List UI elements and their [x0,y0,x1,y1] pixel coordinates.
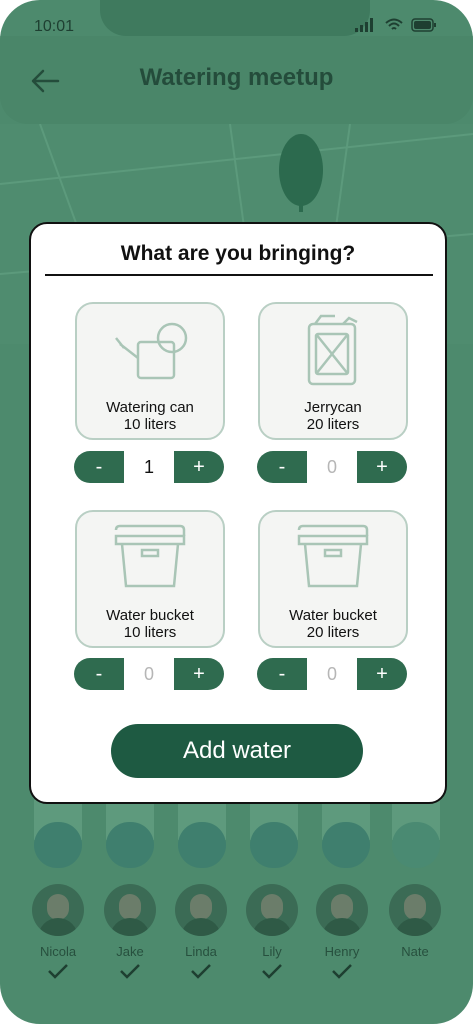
water-bar [250,800,298,870]
check-icon [262,964,282,979]
minus-button[interactable]: - [74,658,124,690]
check-icon [48,964,68,979]
minus-button[interactable]: - [74,451,124,483]
wifi-icon [385,18,403,30]
page-title: Watering meetup [139,64,334,91]
status-time: 10:01 [34,18,75,35]
quantity-stepper: - 0 + [257,451,407,483]
jerrycan-icon [307,314,358,386]
plus-button[interactable]: + [357,451,407,483]
participant-name: Linda [185,944,217,959]
water-bar [178,800,226,870]
item-capacity: 10 liters [123,416,177,433]
participant-name: Nicola [39,944,77,959]
plus-button[interactable]: + [174,451,224,483]
minus-button[interactable]: - [257,658,307,690]
quantity-stepper: - 0 + [257,658,407,690]
battery-icon [411,18,436,32]
quantity-stepper: - 0 + [74,658,224,690]
quantity-value[interactable]: 0 [307,658,357,690]
avatar [316,884,368,936]
participant[interactable]: Lily [245,884,299,984]
avatar [175,884,227,936]
water-bar [106,800,154,870]
item-capacity: 10 liters [123,624,177,641]
item-card-water-bucket-10[interactable]: Water bucket 10 liters [75,510,225,648]
participant-name: Jake [116,944,144,959]
item-card-jerrycan[interactable]: Jerrycan 20 liters [258,302,408,440]
divider [45,274,433,276]
signal-icon [355,18,373,32]
item-name: Water bucket [106,607,194,624]
quantity-stepper: - 1 + [74,451,224,483]
check-icon [332,964,352,979]
item-name: Jerrycan [304,399,362,416]
participant[interactable]: Nate [388,884,442,959]
avatar [104,884,156,936]
participant-name: Lily [262,944,282,959]
item-card-watering-can[interactable]: Watering can 10 liters [75,302,225,440]
participant[interactable]: Nicola [31,884,85,984]
quantity-value[interactable]: 0 [307,451,357,483]
participant[interactable]: Jake [103,884,157,984]
participant-name: Nate [401,944,429,959]
modal-title: What are you bringing? [120,242,356,265]
minus-button[interactable]: - [257,451,307,483]
item-name: Water bucket [289,607,377,624]
tree-icon [279,134,323,212]
avatar [246,884,298,936]
avatar [32,884,84,936]
check-icon [191,964,211,979]
bucket-icon [297,524,369,588]
phone-screen: 10:01 Watering meetup Nicola Jake Linda … [0,0,473,1024]
check-icon [120,964,140,979]
plus-button[interactable]: + [174,658,224,690]
water-bar [34,800,82,870]
item-capacity: 20 liters [306,416,360,433]
item-card-water-bucket-20[interactable]: Water bucket 20 liters [258,510,408,648]
participant-name: Henry [324,944,360,959]
status-icons [355,18,437,32]
watering-can-icon [115,322,188,380]
item-name: Watering can [106,399,194,416]
item-capacity: 20 liters [306,624,360,641]
participant[interactable]: Henry [315,884,369,984]
participant[interactable]: Linda [174,884,228,984]
plus-button[interactable]: + [357,658,407,690]
add-water-button[interactable]: Add water [111,724,363,778]
avatar [389,884,441,936]
notch [100,0,370,36]
quantity-value[interactable]: 0 [124,658,174,690]
quantity-value[interactable]: 1 [124,451,174,483]
water-level-bars [0,800,473,870]
bring-items-modal: What are you bringing? Watering can 10 l… [29,222,447,804]
water-bar [322,800,370,870]
water-bar [392,800,440,870]
bucket-icon [114,524,186,588]
